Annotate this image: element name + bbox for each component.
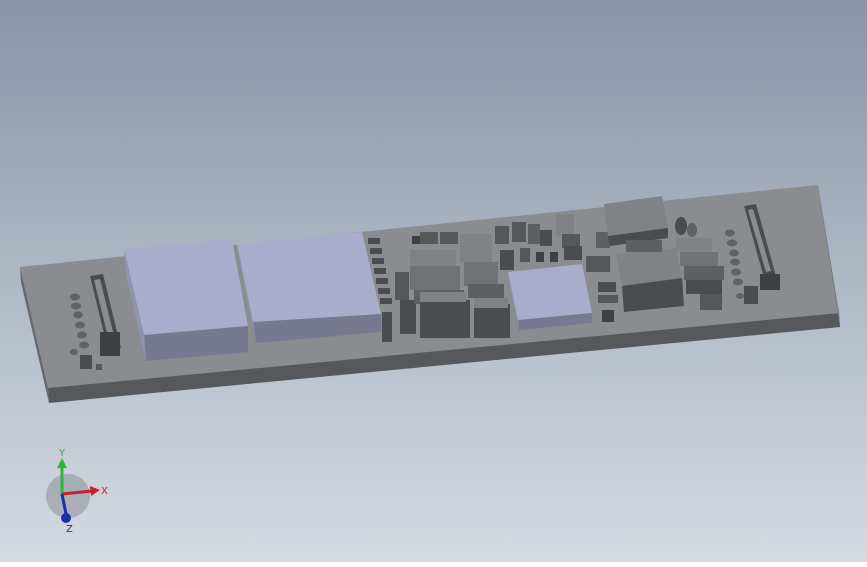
- orientation-triad[interactable]: Y X Z: [40, 448, 120, 538]
- viewport-canvas[interactable]: [0, 0, 867, 562]
- shield-can-1[interactable]: [124, 239, 248, 361]
- x-axis-arrow-icon: [90, 486, 100, 496]
- triad-sphere: [46, 474, 90, 518]
- x-axis-label: X: [101, 486, 108, 497]
- y-axis-label: Y: [58, 448, 66, 459]
- y-axis-arrow-icon: [57, 458, 67, 468]
- z-axis-arrow-icon: [61, 513, 71, 523]
- z-axis-label: Z: [66, 524, 73, 535]
- 3d-viewport[interactable]: Y X Z: [0, 0, 867, 562]
- shield-can-3[interactable]: [508, 264, 592, 330]
- shield-can-2[interactable]: [237, 232, 381, 343]
